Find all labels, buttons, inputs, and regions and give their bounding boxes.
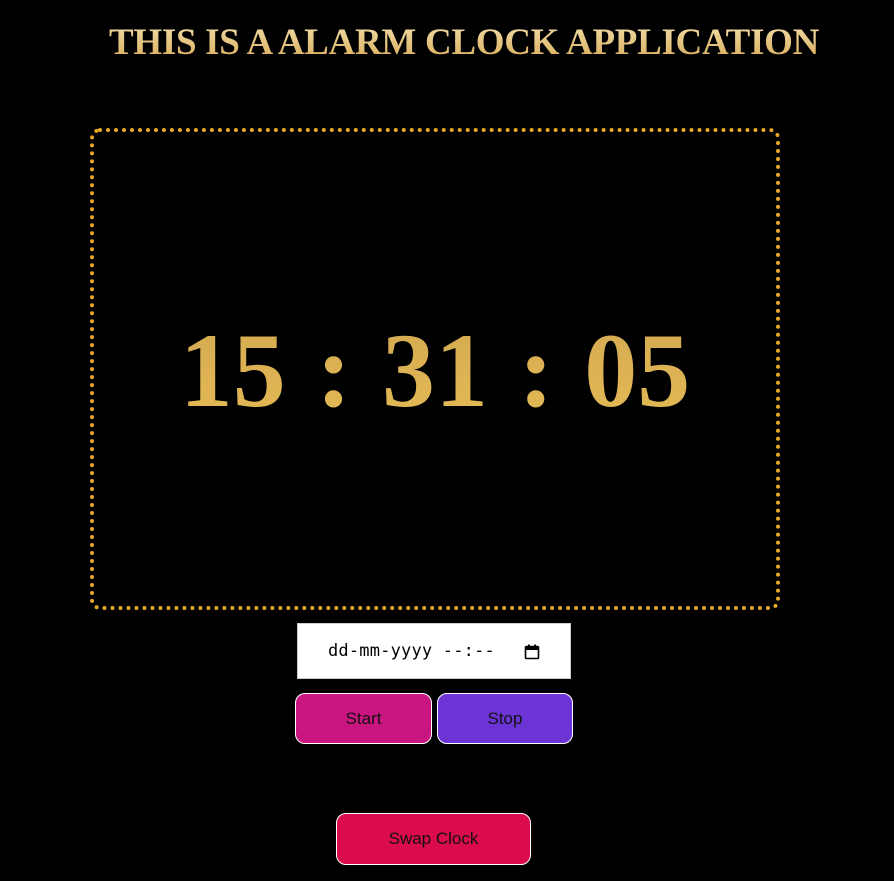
page-title: THIS IS A ALARM CLOCK APPLICATION xyxy=(0,20,894,66)
clock-display: 15 : 31 : 05 xyxy=(94,132,776,606)
alarm-datetime-input[interactable]: dd-mm-yyyy --:-- xyxy=(297,623,571,679)
alarm-datetime-placeholder: dd-mm-yyyy --:-- xyxy=(328,641,495,661)
calendar-icon[interactable] xyxy=(524,644,540,660)
stop-button[interactable]: Stop xyxy=(437,693,573,744)
start-button[interactable]: Start xyxy=(295,693,432,744)
clock-frame: 15 : 31 : 05 xyxy=(90,128,780,610)
swap-clock-button[interactable]: Swap Clock xyxy=(336,813,531,865)
